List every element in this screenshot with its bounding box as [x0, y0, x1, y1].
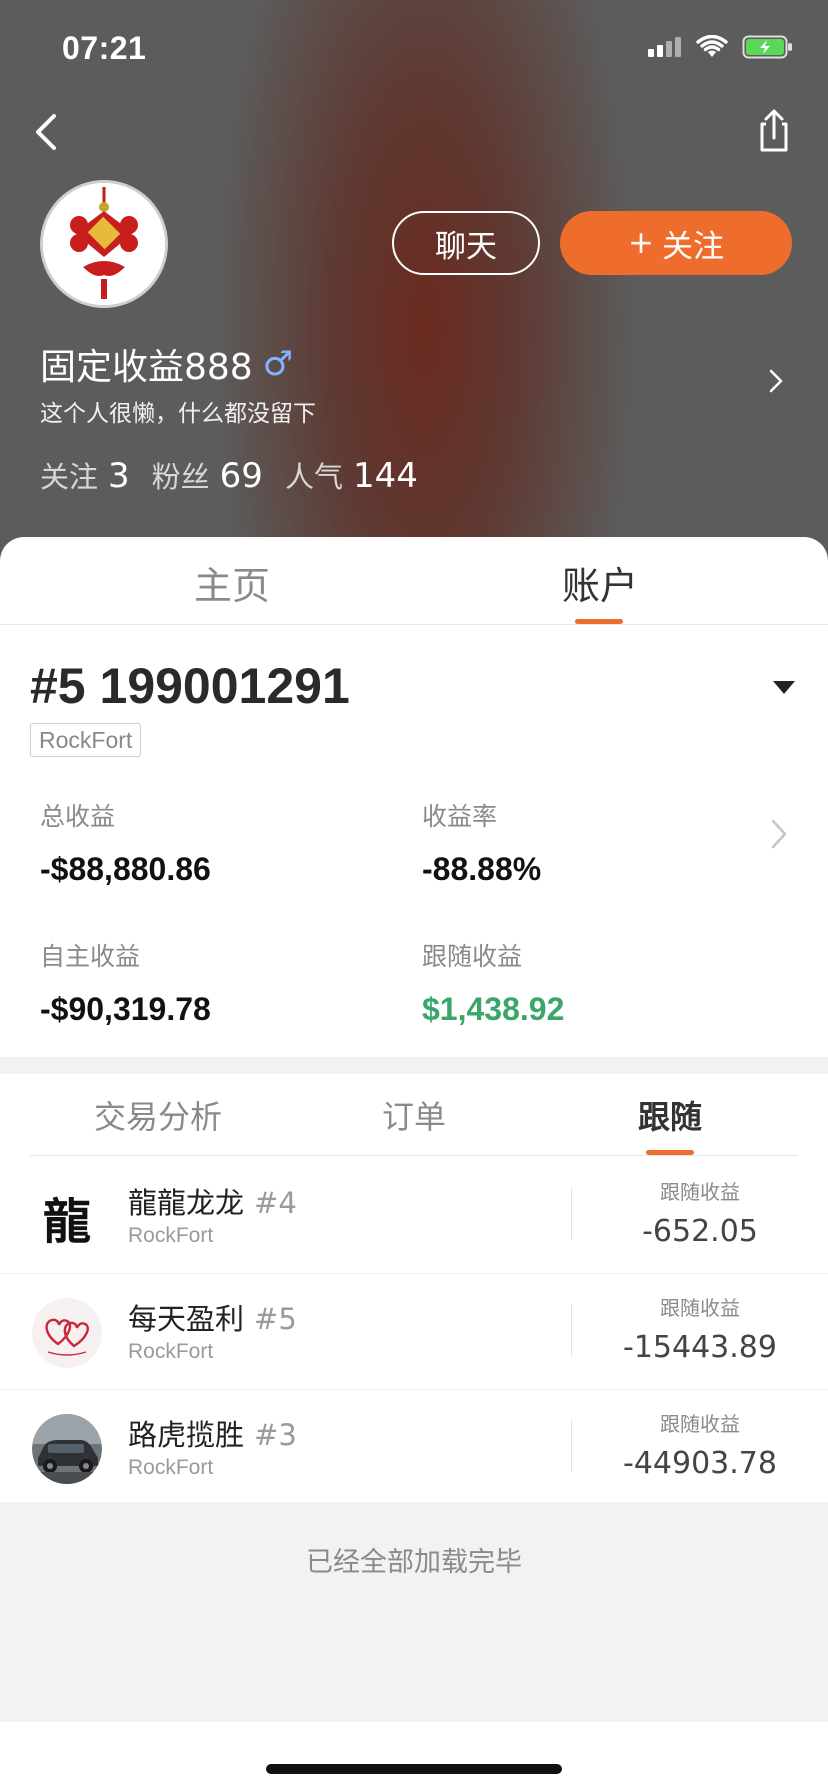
list-item[interactable]: 路虎揽胜 #3 RockFort 跟随收益 -44903.78	[0, 1390, 828, 1506]
follow-button-label: 关注	[661, 228, 724, 265]
divider	[571, 1304, 572, 1356]
follow-income-label: 跟随收益	[660, 1412, 740, 1436]
stat-popularity: 人气 144	[285, 454, 418, 496]
trader-avatar	[32, 1298, 102, 1368]
trader-name: 每天盈利	[128, 1302, 245, 1336]
top-tab-bar: 主页 账户	[0, 537, 828, 625]
sub-tab-active-indicator	[646, 1150, 694, 1155]
follow-button[interactable]: + 关注	[560, 211, 792, 275]
tab-active-indicator	[575, 619, 623, 624]
plus-icon: +	[628, 225, 654, 261]
signal-icon	[648, 37, 681, 57]
trader-avatar	[32, 1414, 102, 1484]
trader-broker: RockFort	[128, 1456, 214, 1479]
trader-broker: RockFort	[128, 1340, 214, 1363]
trader-name-row: 路虎揽胜 #3	[128, 1412, 297, 1454]
wifi-icon	[696, 35, 728, 57]
trader-avatar: 龍	[32, 1182, 102, 1252]
chevron-left-icon	[36, 114, 56, 150]
user-avatar[interactable]	[40, 180, 168, 308]
stat-label: 粉丝	[151, 460, 210, 494]
trader-name: 路虎揽胜	[128, 1418, 245, 1452]
metric-return-rate: 收益率 -88.88%	[422, 797, 541, 888]
follow-section: 交易分析 订单 跟随 龍 龍龍龙龙 #4 RockFort 跟随收益 -652.0…	[0, 1074, 828, 1502]
car-avatar-image	[32, 1414, 102, 1484]
profile-stats: 关注 3 粉丝 69 人气 144	[40, 454, 418, 496]
list-end-text: 已经全部加载完毕	[306, 1547, 522, 1578]
metric-follow-income: 跟随收益 $1,438.92	[422, 937, 564, 1028]
male-gender-icon: ♂	[262, 344, 294, 384]
share-button[interactable]	[746, 104, 802, 160]
chat-button[interactable]: 聊天	[392, 211, 540, 275]
username: 固定收益888	[40, 347, 253, 388]
trader-name: 龍龍龙龙	[128, 1186, 245, 1220]
follow-income-value: -15443.89	[623, 1330, 777, 1365]
divider	[571, 1188, 572, 1240]
broker-tag: RockFort	[30, 723, 142, 757]
stat-label: 人气	[284, 460, 343, 494]
trader-broker: RockFort	[128, 1224, 214, 1247]
list-item[interactable]: 龍 龍龍龙龙 #4 RockFort 跟随收益 -652.05	[0, 1158, 828, 1274]
metric-own-income: 自主收益 -$90,319.78	[40, 937, 211, 1028]
stat-fans[interactable]: 粉丝 69	[152, 454, 263, 496]
tab-orders[interactable]: 订单	[382, 1092, 446, 1138]
triangle-down-icon	[773, 681, 795, 694]
chevron-right-icon	[769, 369, 783, 393]
metric-value: $1,438.92	[422, 991, 565, 1027]
follow-income-label: 跟随收益	[660, 1180, 740, 1204]
list-item[interactable]: 每天盈利 #5 RockFort 跟随收益 -15443.89	[0, 1274, 828, 1390]
trader-rank: #3	[254, 1418, 297, 1452]
tab-follow[interactable]: 跟随	[638, 1092, 702, 1138]
status-bar: 07:21	[0, 0, 828, 100]
battery-charging-icon	[742, 35, 792, 59]
trader-name-row: 龍龍龙龙 #4	[128, 1180, 297, 1222]
back-button[interactable]	[22, 104, 78, 160]
status-icons	[646, 34, 794, 60]
account-dropdown-button[interactable]	[770, 677, 798, 697]
metric-value: -$88,880.86	[40, 851, 211, 887]
chevron-right-icon	[771, 819, 787, 849]
share-icon	[760, 109, 788, 152]
stat-value: 3	[108, 456, 130, 496]
dragon-calligraphy-avatar-image: 龍	[32, 1182, 102, 1252]
status-time: 07:21	[62, 30, 147, 66]
stat-value: 69	[219, 456, 263, 496]
follow-income-value: -44903.78	[623, 1446, 777, 1481]
metric-label: 总收益	[40, 802, 116, 831]
metric-label: 自主收益	[40, 942, 141, 971]
tab-account[interactable]: 账户	[562, 555, 638, 610]
metric-label: 跟随收益	[422, 942, 523, 971]
tab-home[interactable]: 主页	[194, 555, 270, 610]
metrics-detail-button[interactable]	[768, 817, 790, 851]
profile-detail-button[interactable]	[764, 366, 788, 396]
hearts-avatar-image	[32, 1298, 102, 1368]
bottom-safe-area	[0, 1722, 828, 1792]
trader-rank: #5	[254, 1302, 297, 1336]
metric-total-income: 总收益 -$88,880.86	[40, 797, 211, 888]
stat-label: 关注	[40, 460, 99, 494]
follow-income-label: 跟随收益	[660, 1296, 740, 1320]
divider	[571, 1420, 572, 1472]
metric-value: -$90,319.78	[40, 991, 211, 1027]
account-number: #5 199001291	[30, 658, 350, 714]
chinese-knot-avatar-image	[43, 183, 165, 305]
tab-trade-analysis[interactable]: 交易分析	[94, 1092, 222, 1138]
user-bio: 这个人很懒，什么都没留下	[40, 401, 316, 427]
metric-value: -88.88%	[422, 851, 542, 887]
stat-following[interactable]: 关注 3	[40, 454, 130, 496]
follow-income-value: -652.05	[642, 1214, 758, 1249]
metric-label: 收益率	[422, 802, 498, 831]
trader-rank: #4	[254, 1186, 297, 1220]
home-indicator[interactable]	[266, 1764, 562, 1774]
profile-header: 07:21 聊天 + 关注 固定收益888 ♂ 这个人很懒，什么都没留下 关注 …	[0, 0, 828, 560]
account-card: 主页 账户 #5 199001291 RockFort 总收益 -$88,880…	[0, 537, 828, 1057]
stat-value: 144	[352, 456, 418, 496]
trader-name-row: 每天盈利 #5	[128, 1296, 297, 1338]
sub-tab-bar: 交易分析 订单 跟随	[30, 1074, 798, 1156]
profile-name-row[interactable]: 固定收益888 ♂	[40, 338, 293, 390]
